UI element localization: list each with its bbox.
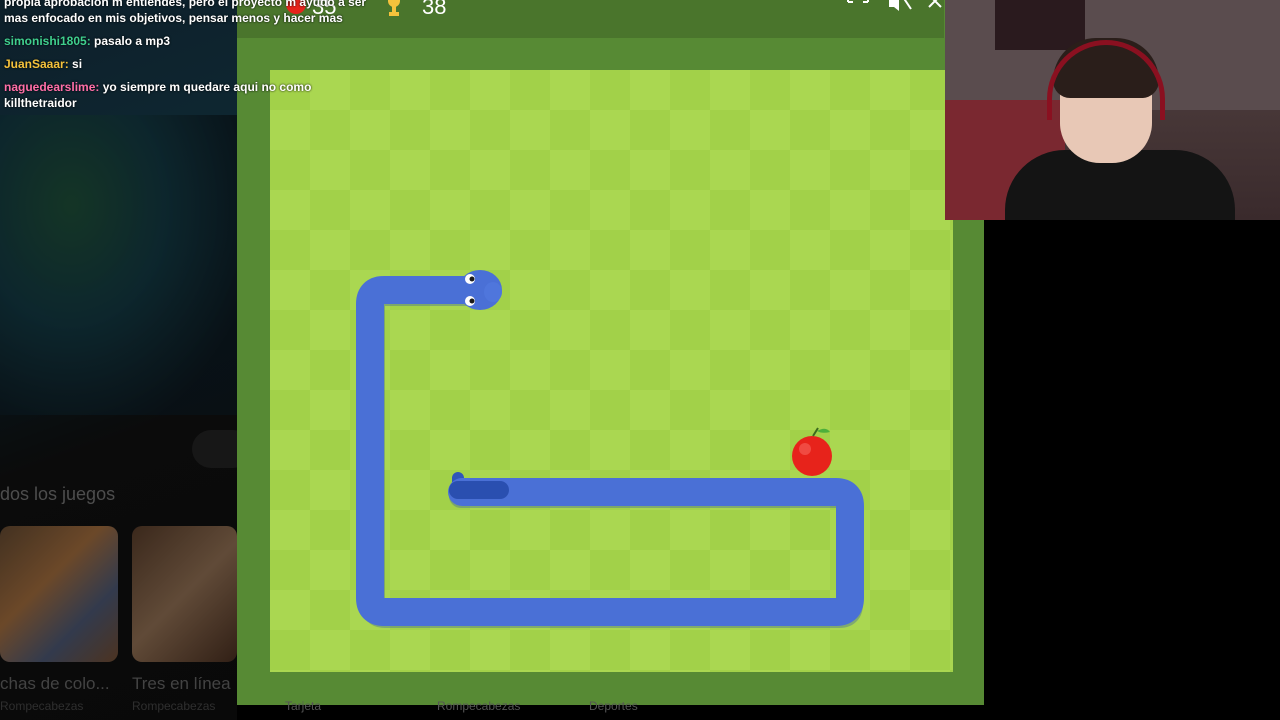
chat-message: propia aprobacion m entiendes, pero el p… <box>4 0 376 26</box>
apple-icon <box>792 427 832 476</box>
game-category-label: Deportes <box>589 699 638 713</box>
stream-chat: propia aprobacion m entiendes, pero el p… <box>4 0 376 118</box>
chat-message: simonishi1805: pasalo a mp3 <box>4 33 376 49</box>
snake-head <box>458 270 502 310</box>
chat-text: pasalo a mp3 <box>94 34 171 48</box>
snake-shadow <box>361 282 863 628</box>
webcam-poster <box>995 0 1085 50</box>
chat-text-continued: mas enfocado en mis objetivos, pensar me… <box>4 11 343 25</box>
chat-username: JuanSaaar: <box>4 57 69 71</box>
game-category-label: Rompecabezas <box>437 699 521 713</box>
chat-message: naguedearslime: yo siempre m quedare aqu… <box>4 79 376 111</box>
snake-body <box>356 276 864 626</box>
game-category-label: Tarjeta <box>285 699 322 713</box>
chat-username: simonishi1805: <box>4 34 91 48</box>
chat-username: naguedearslime: <box>4 80 100 94</box>
chat-text: propia aprobacion m entiendes, pero el p… <box>4 0 367 9</box>
webcam-feed <box>945 0 1280 220</box>
chat-message: JuanSaaar: si <box>4 56 376 72</box>
chat-text: si <box>72 57 83 71</box>
chat-text: yo siempre m quedare aqui no como <box>102 80 312 94</box>
chat-text-continued: killthetraidor <box>4 96 77 110</box>
